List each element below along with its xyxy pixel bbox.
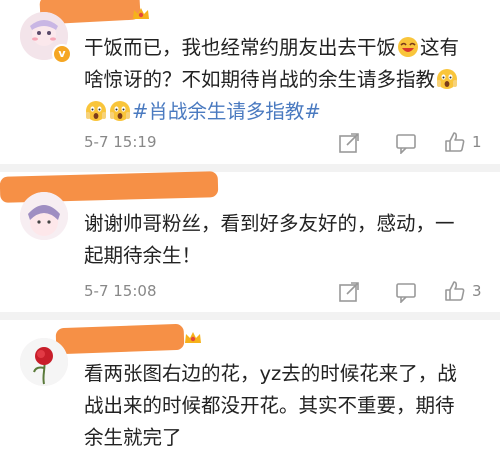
- scream-emoji: [110, 101, 130, 121]
- separator: [0, 312, 500, 320]
- scream-emoji: [86, 101, 106, 121]
- comment-1: v 干饭而已，我也经常约朋友出去干饭 这有 啥惊讶的？不如期待肖战的余生请多指教: [0, 0, 500, 170]
- comment-text-line: 谢谢帅哥粉丝，看到好多友好的，感动，一: [84, 212, 455, 235]
- like-count: 1: [472, 133, 482, 151]
- timestamp: 5-7 15:19: [84, 133, 157, 151]
- avatar-image: [20, 338, 68, 386]
- comment-text-line: 看两张图右边的花，yz去的时候花来了，战: [84, 362, 457, 385]
- timestamp: 5-7 15:08: [84, 282, 157, 300]
- crown-icon: [133, 8, 149, 19]
- hashtag-link[interactable]: #肖战余生请多指教#: [132, 100, 321, 123]
- share-icon[interactable]: [338, 281, 360, 303]
- avatar-image: [20, 192, 68, 240]
- scream-emoji: [437, 69, 458, 89]
- comment-icon[interactable]: [395, 281, 417, 303]
- avatar[interactable]: [20, 338, 68, 386]
- like-icon[interactable]: [444, 131, 466, 153]
- like-icon[interactable]: [444, 280, 466, 302]
- like-count: 3: [472, 282, 482, 300]
- comment-2: 谢谢帅哥粉丝，看到好多友好的，感动，一 起期待余生！ 5-7 15:08 3: [0, 171, 500, 312]
- comment-text-line: 干饭而已，我也经常约朋友出去干饭: [84, 36, 397, 59]
- comment-icon[interactable]: [395, 132, 417, 154]
- share-icon[interactable]: [338, 132, 360, 154]
- comment-text-line: 余生就完了: [84, 426, 182, 449]
- comment-text-line: 啥惊讶的？不如期待肖战的余生请多指教: [84, 68, 436, 91]
- v-badge-icon: v: [52, 44, 72, 64]
- username-redaction: [55, 323, 185, 355]
- crown-icon: [185, 332, 201, 343]
- comment-text: 看两张图右边的花，yz去的时候花来了，战 战出来的时候都没开花。其实不重要，期待…: [84, 358, 484, 454]
- comment-3: 看两张图右边的花，yz去的时候花来了，战 战出来的时候都没开花。其实不重要，期待…: [0, 320, 500, 463]
- comment-text-line: 起期待余生！: [84, 244, 202, 267]
- comment-text-line: 战出来的时候都没开花。其实不重要，期待: [84, 394, 455, 417]
- avatar[interactable]: [20, 192, 68, 240]
- comment-text: 谢谢帅哥粉丝，看到好多友好的，感动，一 起期待余生！: [84, 208, 484, 272]
- laugh-emoji: [398, 37, 419, 57]
- comment-text: 干饭而已，我也经常约朋友出去干饭 这有 啥惊讶的？不如期待肖战的余生请多指教 #…: [84, 32, 484, 128]
- comment-text-line: 这有: [420, 36, 460, 59]
- separator: [0, 164, 500, 172]
